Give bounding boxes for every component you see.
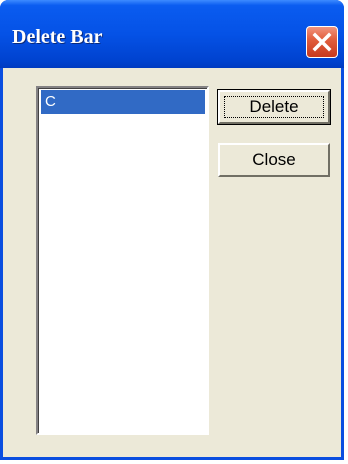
close-button-label: Close [252, 150, 296, 169]
window-title: Delete Bar [12, 26, 103, 48]
bar-listbox[interactable]: C [36, 86, 209, 435]
delete-button[interactable]: Delete [217, 89, 331, 125]
title-bar[interactable]: Delete Bar [0, 0, 344, 68]
delete-button-label: Delete [249, 97, 299, 116]
close-button[interactable]: Close [218, 143, 330, 177]
list-item-selected[interactable]: C [41, 90, 205, 114]
delete-bar-dialog: Delete Bar C Delete Close [0, 0, 344, 460]
dialog-body: C Delete Close [3, 68, 341, 457]
window-close-button[interactable] [306, 26, 338, 58]
close-x-icon [312, 32, 332, 52]
